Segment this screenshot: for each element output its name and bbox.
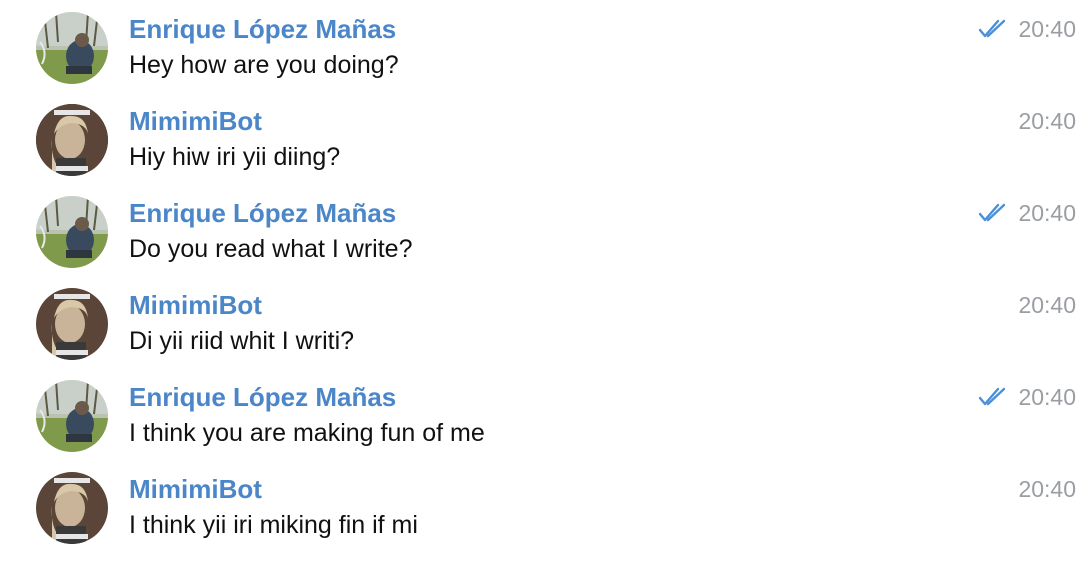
message-time: 20:40 xyxy=(1018,291,1076,318)
sender-name: Enrique López Mañas xyxy=(129,382,397,412)
avatar-bot[interactable] xyxy=(36,104,108,176)
message-text: I think you are making fun of me xyxy=(129,419,485,447)
message-time: 20:40 xyxy=(1018,199,1076,226)
avatar-bot[interactable] xyxy=(36,472,108,544)
message-meta: 20:40 xyxy=(1018,290,1076,320)
message-row[interactable]: Enrique López Mañas Do you read what I w… xyxy=(0,184,1092,276)
avatar-enrique[interactable] xyxy=(36,196,108,268)
message-meta: 20:40 xyxy=(978,198,1076,228)
message-meta: 20:40 xyxy=(1018,106,1076,136)
message-text: Di yii riid whit I writi? xyxy=(129,327,355,355)
sender-name: MimimiBot xyxy=(129,474,262,504)
message-time: 20:40 xyxy=(1018,475,1076,502)
sender-name: Enrique López Mañas xyxy=(129,198,397,228)
double-check-icon xyxy=(978,387,1008,407)
message-meta: 20:40 xyxy=(1018,474,1076,504)
message-row[interactable]: Enrique López Mañas I think you are maki… xyxy=(0,368,1092,460)
avatar-bot[interactable] xyxy=(36,288,108,360)
message-time: 20:40 xyxy=(1018,383,1076,410)
message-row[interactable]: MimimiBot Hiy hiw iri yii diing? 20:40 xyxy=(0,92,1092,184)
double-check-icon xyxy=(978,203,1008,223)
avatar-enrique[interactable] xyxy=(36,380,108,452)
message-row[interactable]: Enrique López Mañas Hey how are you doin… xyxy=(0,0,1092,92)
message-row[interactable]: MimimiBot I think yii iri miking fin if … xyxy=(0,460,1092,552)
sender-name: MimimiBot xyxy=(129,290,262,320)
message-text: Do you read what I write? xyxy=(129,235,413,263)
sender-name: MimimiBot xyxy=(129,106,262,136)
message-time: 20:40 xyxy=(1018,15,1076,42)
message-time: 20:40 xyxy=(1018,107,1076,134)
double-check-icon xyxy=(978,19,1008,39)
avatar-enrique[interactable] xyxy=(36,12,108,84)
message-meta: 20:40 xyxy=(978,382,1076,412)
sender-name: Enrique López Mañas xyxy=(129,14,397,44)
message-text: Hey how are you doing? xyxy=(129,51,399,79)
message-text: I think yii iri miking fin if mi xyxy=(129,511,418,539)
chat-history: Enrique López Mañas Hey how are you doin… xyxy=(0,0,1092,580)
message-text: Hiy hiw iri yii diing? xyxy=(129,143,341,171)
message-row[interactable]: MimimiBot Di yii riid whit I writi? 20:4… xyxy=(0,276,1092,368)
message-meta: 20:40 xyxy=(978,14,1076,44)
